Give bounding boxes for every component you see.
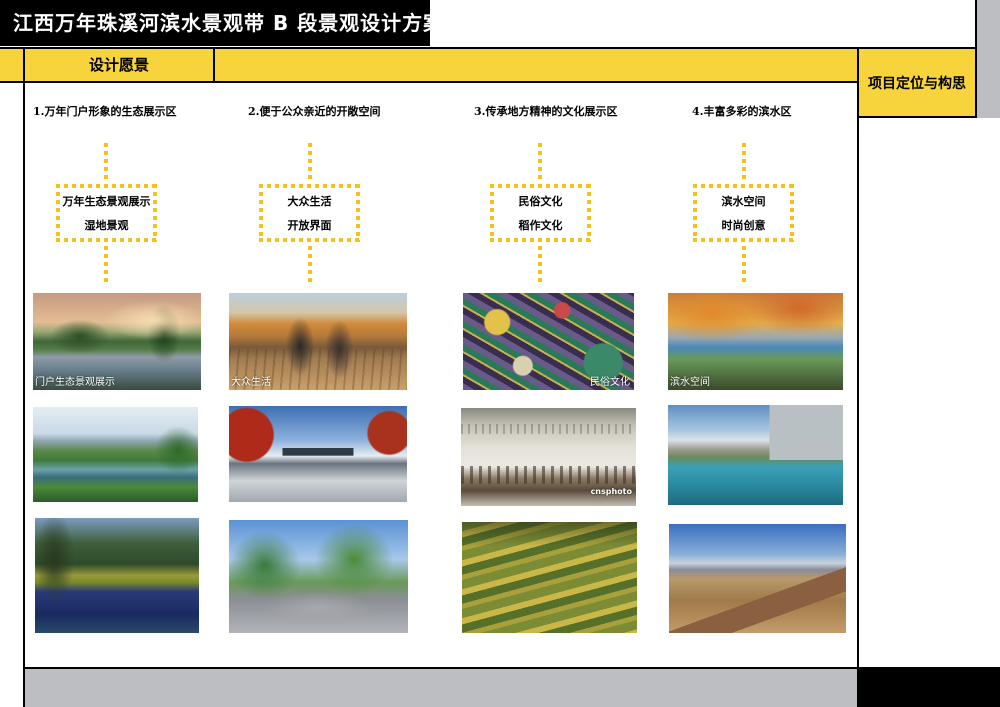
footer-corner (857, 667, 1000, 707)
column-heading: 1.万年门户形象的生态展示区 (33, 105, 177, 118)
photo-caption: 大众生活 (231, 377, 271, 388)
photo-watermark: cnsphoto (590, 487, 632, 496)
title-bar: 江西万年珠溪河滨水景观带 B 段景观设计方案 (0, 0, 430, 46)
corner-bar (975, 0, 1000, 118)
concept-line: 滨水空间 (721, 195, 766, 208)
concept-line: 万年生态景观展示 (62, 195, 151, 208)
photo (669, 524, 846, 633)
connector-line-top (104, 143, 108, 179)
connector-line-bottom (308, 246, 312, 284)
photo (35, 518, 199, 633)
frame-left-rule (23, 47, 25, 707)
concept-line: 民俗文化 (518, 195, 563, 208)
section-label: 设计愿景 (25, 49, 215, 81)
concept-box: 民俗文化 稻作文化 (490, 184, 591, 242)
connector-line-bottom (104, 246, 108, 284)
photo: cnsphoto (461, 408, 636, 506)
frame-right-rule (857, 47, 859, 668)
concept-line: 时尚创意 (721, 219, 766, 232)
photo (462, 522, 637, 633)
side-panel-label: 项目定位与构思 (868, 75, 966, 92)
connector-line-top (742, 143, 746, 179)
column-heading: 4.丰富多彩的滨水区 (692, 105, 792, 118)
column-heading: 2.便于公众亲近的开敞空间 (248, 105, 381, 118)
concept-line: 稻作文化 (518, 219, 563, 232)
photo: 滨水空间 (668, 293, 843, 390)
concept-line: 大众生活 (287, 195, 332, 208)
concept-box: 滨水空间 时尚创意 (693, 184, 794, 242)
photo (229, 406, 407, 502)
concept-box: 大众生活 开放界面 (259, 184, 360, 242)
connector-line-bottom (742, 246, 746, 284)
photo-caption: 民俗文化 (590, 377, 630, 388)
photo: 门户生态景观展示 (33, 293, 201, 390)
footer-bar (25, 667, 858, 707)
photo-caption: 滨水空间 (670, 377, 710, 388)
concept-box: 万年生态景观展示 湿地景观 (56, 184, 157, 242)
photo: 民俗文化 (463, 293, 634, 390)
photo (229, 520, 408, 633)
column-heading: 3.传承地方精神的文化展示区 (474, 105, 618, 118)
photo (668, 405, 843, 505)
connector-line-top (538, 143, 542, 179)
photo-caption: 门户生态景观展示 (35, 377, 115, 388)
concept-line: 湿地景观 (84, 219, 129, 232)
photo (33, 407, 198, 502)
connector-line-bottom (538, 246, 542, 284)
photo: 大众生活 (229, 293, 407, 390)
connector-line-top (308, 143, 312, 179)
concept-line: 开放界面 (287, 219, 332, 232)
side-panel-tab: 项目定位与构思 (857, 47, 977, 118)
page-title: 江西万年珠溪河滨水景观带 B 段景观设计方案 (13, 11, 430, 35)
